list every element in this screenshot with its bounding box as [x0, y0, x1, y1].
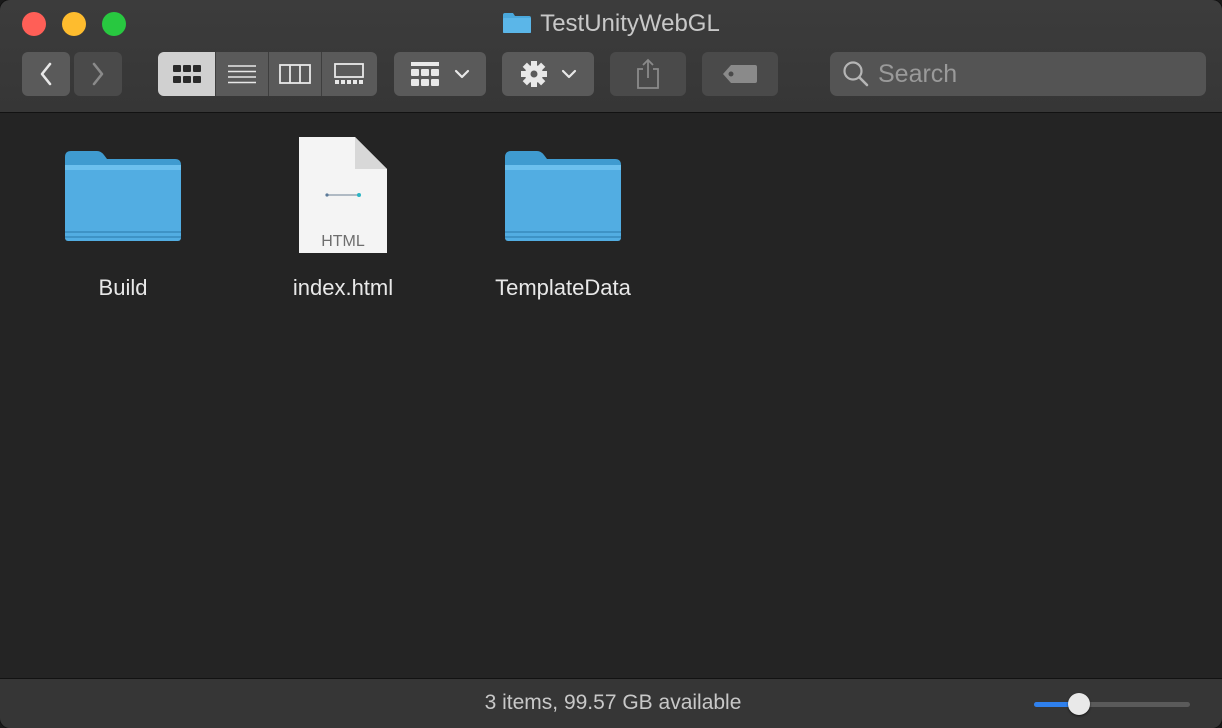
icon-size-slider[interactable]	[1034, 693, 1190, 715]
back-button[interactable]	[22, 52, 70, 96]
search-field[interactable]: Search	[830, 52, 1206, 96]
search-placeholder: Search	[878, 59, 958, 88]
file-item-index-html[interactable]: HTML index.html	[243, 131, 443, 301]
file-item-build[interactable]: Build	[23, 131, 223, 301]
slider-knob[interactable]	[1067, 693, 1090, 715]
list-view-button[interactable]	[216, 52, 269, 96]
column-view-icon	[279, 64, 311, 84]
list-view-icon	[228, 65, 256, 84]
icon-view-icon	[172, 65, 201, 83]
tag-icon	[723, 65, 757, 83]
folder-icon	[503, 13, 532, 33]
chevron-left-icon	[40, 62, 52, 86]
tags-button[interactable]	[702, 52, 778, 96]
gear-icon	[521, 61, 547, 87]
icon-view-button[interactable]	[158, 52, 216, 96]
chevron-right-icon	[92, 62, 104, 86]
toolbar: TestUnityWebGL Search	[0, 0, 1222, 113]
status-bar: 3 items, 99.57 GB available	[0, 678, 1222, 728]
view-mode-control	[158, 52, 377, 96]
file-browser-area[interactable]: Build HTML index.html TemplateData	[8, 113, 1214, 678]
column-view-button[interactable]	[269, 52, 322, 96]
share-icon	[637, 58, 659, 89]
folder-icon	[505, 151, 621, 241]
folder-icon	[65, 151, 181, 241]
file-item-templatedata[interactable]: TemplateData	[463, 131, 663, 301]
finder-window: TestUnityWebGL Search Build HTML index.h…	[0, 0, 1222, 728]
window-title: TestUnityWebGL	[0, 8, 1222, 40]
file-name: TemplateData	[495, 275, 631, 300]
window-title-text: TestUnityWebGL	[540, 10, 720, 37]
share-button[interactable]	[610, 52, 686, 96]
search-icon	[843, 61, 869, 87]
group-by-button[interactable]	[394, 52, 486, 96]
file-name: index.html	[292, 275, 394, 300]
gallery-view-icon	[333, 63, 364, 84]
chevron-down-icon	[561, 69, 577, 79]
html-badge: HTML	[321, 233, 365, 250]
chevron-down-icon	[454, 69, 470, 79]
forward-button[interactable]	[74, 52, 122, 96]
group-grid-icon	[411, 62, 439, 86]
html-file-icon: HTML	[299, 137, 387, 253]
action-menu-button[interactable]	[502, 52, 594, 96]
gallery-view-button[interactable]	[322, 52, 375, 96]
file-name: Build	[98, 275, 148, 300]
